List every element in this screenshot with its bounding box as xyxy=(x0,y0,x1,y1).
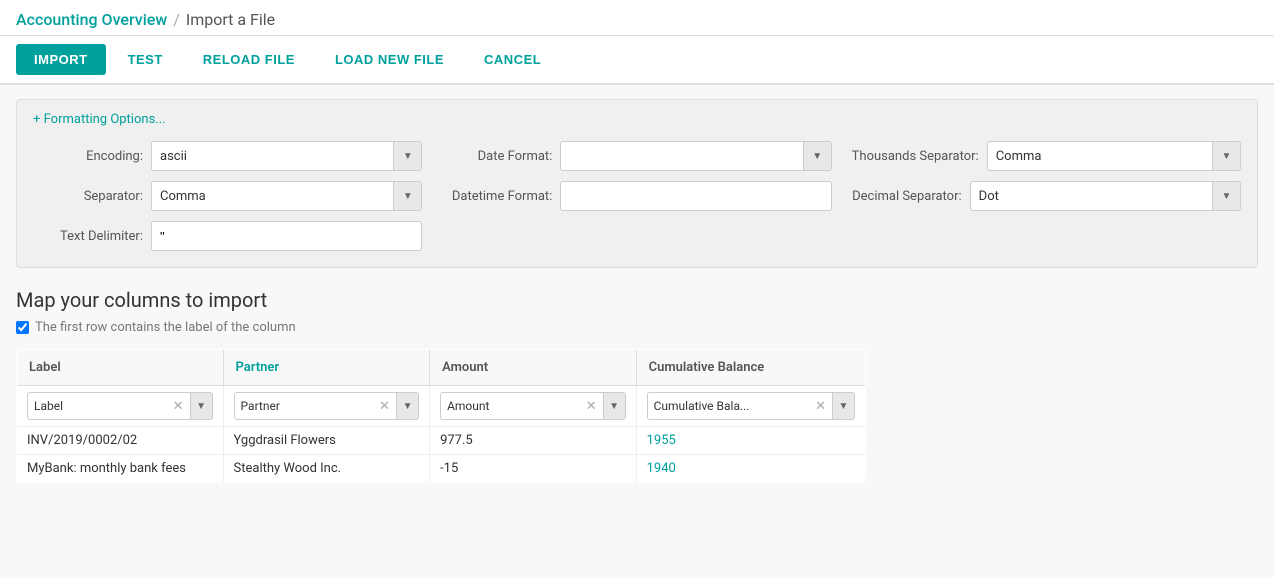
breadcrumb-separator: / xyxy=(173,10,180,29)
thousands-separator-row: Thousands Separator: Comma ▼ xyxy=(852,141,1241,171)
formatting-options-panel: + Formatting Options... Encoding: ascii … xyxy=(16,99,1258,268)
text-delimiter-row: Text Delimiter: xyxy=(33,221,422,251)
first-row-checkbox-row: The first row contains the label of the … xyxy=(16,320,1258,335)
content-area: + Formatting Options... Encoding: ascii … xyxy=(0,85,1274,497)
separator-value: Comma xyxy=(152,189,393,204)
mapping-cumbal-clear[interactable]: ✕ xyxy=(809,399,832,414)
separator-select[interactable]: Comma ▼ xyxy=(151,181,422,211)
date-format-row: Date Format: ▼ xyxy=(442,141,831,171)
decimal-separator-value: Dot xyxy=(971,189,1212,204)
mapping-partner-clear[interactable]: ✕ xyxy=(373,399,396,414)
mapping-label-clear[interactable]: ✕ xyxy=(167,399,190,414)
thousands-separator-value: Comma xyxy=(988,149,1212,164)
mapping-cumbal-value: Cumulative Bala... xyxy=(648,399,810,413)
encoding-select[interactable]: ascii ▼ xyxy=(151,141,422,171)
date-format-dropdown-arrow[interactable]: ▼ xyxy=(803,142,831,170)
map-columns-section: Map your columns to import The first row… xyxy=(16,288,1258,483)
text-delimiter-label: Text Delimiter: xyxy=(33,229,143,244)
col-header-amount: Amount xyxy=(430,350,637,386)
first-row-checkbox[interactable] xyxy=(16,321,29,334)
row2-label: MyBank: monthly bank fees xyxy=(17,455,224,483)
mapping-label-dropdown[interactable]: ▼ xyxy=(190,393,212,419)
date-format-select[interactable]: ▼ xyxy=(560,141,831,171)
encoding-value: ascii xyxy=(152,149,393,164)
row2-amount: -15 xyxy=(430,455,637,483)
row1-label: INV/2019/0002/02 xyxy=(17,427,224,455)
thousands-separator-label: Thousands Separator: xyxy=(852,149,979,164)
encoding-dropdown-arrow[interactable]: ▼ xyxy=(393,142,421,170)
table-row: INV/2019/0002/02 Yggdrasil Flowers 977.5… xyxy=(17,427,866,455)
mapping-cell-amount[interactable]: Amount ✕ ▼ xyxy=(430,386,637,427)
reload-file-button[interactable]: RELOAD FILE xyxy=(185,44,313,75)
breadcrumb-bar: Accounting Overview / Import a File xyxy=(0,0,1274,36)
col-header-label: Label xyxy=(17,350,224,386)
formatting-toggle[interactable]: + Formatting Options... xyxy=(33,112,1241,127)
mapping-amount-clear[interactable]: ✕ xyxy=(580,399,603,414)
row1-cumbal: 1955 xyxy=(636,427,865,455)
import-table: Label Partner Amount Cumulative Balance xyxy=(16,349,866,483)
row1-amount: 977.5 xyxy=(430,427,637,455)
decimal-separator-select[interactable]: Dot ▼ xyxy=(970,181,1241,211)
row2-cumbal: 1940 xyxy=(636,455,865,483)
mapping-cell-label[interactable]: Label ✕ ▼ xyxy=(17,386,224,427)
import-button[interactable]: IMPORT xyxy=(16,44,106,75)
load-new-file-button[interactable]: LOAD NEW FILE xyxy=(317,44,462,75)
separator-dropdown-arrow[interactable]: ▼ xyxy=(393,182,421,210)
app-title[interactable]: Accounting Overview xyxy=(16,10,167,29)
mapping-cell-partner[interactable]: Partner ✕ ▼ xyxy=(223,386,430,427)
toolbar: IMPORT TEST RELOAD FILE LOAD NEW FILE CA… xyxy=(0,36,1274,85)
encoding-label: Encoding: xyxy=(33,149,143,164)
row1-partner: Yggdrasil Flowers xyxy=(223,427,430,455)
datetime-format-label: Datetime Format: xyxy=(442,189,552,204)
map-columns-title: Map your columns to import xyxy=(16,288,1258,312)
mapping-amount-value: Amount xyxy=(441,399,580,413)
table-row: MyBank: monthly bank fees Stealthy Wood … xyxy=(17,455,866,483)
mapping-label-value: Label xyxy=(28,399,167,413)
mapping-partner-dropdown[interactable]: ▼ xyxy=(396,393,418,419)
first-row-label: The first row contains the label of the … xyxy=(35,320,296,335)
col-header-cumbal: Cumulative Balance xyxy=(636,350,865,386)
decimal-separator-label: Decimal Separator: xyxy=(852,189,962,204)
mapping-row: Label ✕ ▼ Partner ✕ ▼ xyxy=(17,386,866,427)
date-format-label: Date Format: xyxy=(442,149,552,164)
datetime-format-input-wrapper[interactable] xyxy=(560,181,831,211)
decimal-separator-dropdown-arrow[interactable]: ▼ xyxy=(1212,182,1240,210)
col-header-partner: Partner xyxy=(223,350,430,386)
text-delimiter-input-wrapper[interactable] xyxy=(151,221,422,251)
thousands-separator-dropdown-arrow[interactable]: ▼ xyxy=(1212,142,1240,170)
decimal-separator-row: Decimal Separator: Dot ▼ xyxy=(852,181,1241,211)
mapping-cumbal-dropdown[interactable]: ▼ xyxy=(832,393,854,419)
page-title: Import a File xyxy=(186,10,275,29)
mapping-cell-cumbal[interactable]: Cumulative Bala... ✕ ▼ xyxy=(636,386,865,427)
datetime-format-input[interactable] xyxy=(561,182,830,210)
mapping-partner-value: Partner xyxy=(235,399,374,413)
encoding-row: Encoding: ascii ▼ xyxy=(33,141,422,171)
test-button[interactable]: TEST xyxy=(110,44,181,75)
text-delimiter-input[interactable] xyxy=(152,222,232,250)
thousands-separator-select[interactable]: Comma ▼ xyxy=(987,141,1241,171)
separator-label: Separator: xyxy=(33,189,143,204)
datetime-format-row: Datetime Format: xyxy=(442,181,831,211)
mapping-amount-dropdown[interactable]: ▼ xyxy=(603,393,625,419)
cancel-button[interactable]: CANCEL xyxy=(466,44,559,75)
row2-partner: Stealthy Wood Inc. xyxy=(223,455,430,483)
separator-row: Separator: Comma ▼ xyxy=(33,181,422,211)
